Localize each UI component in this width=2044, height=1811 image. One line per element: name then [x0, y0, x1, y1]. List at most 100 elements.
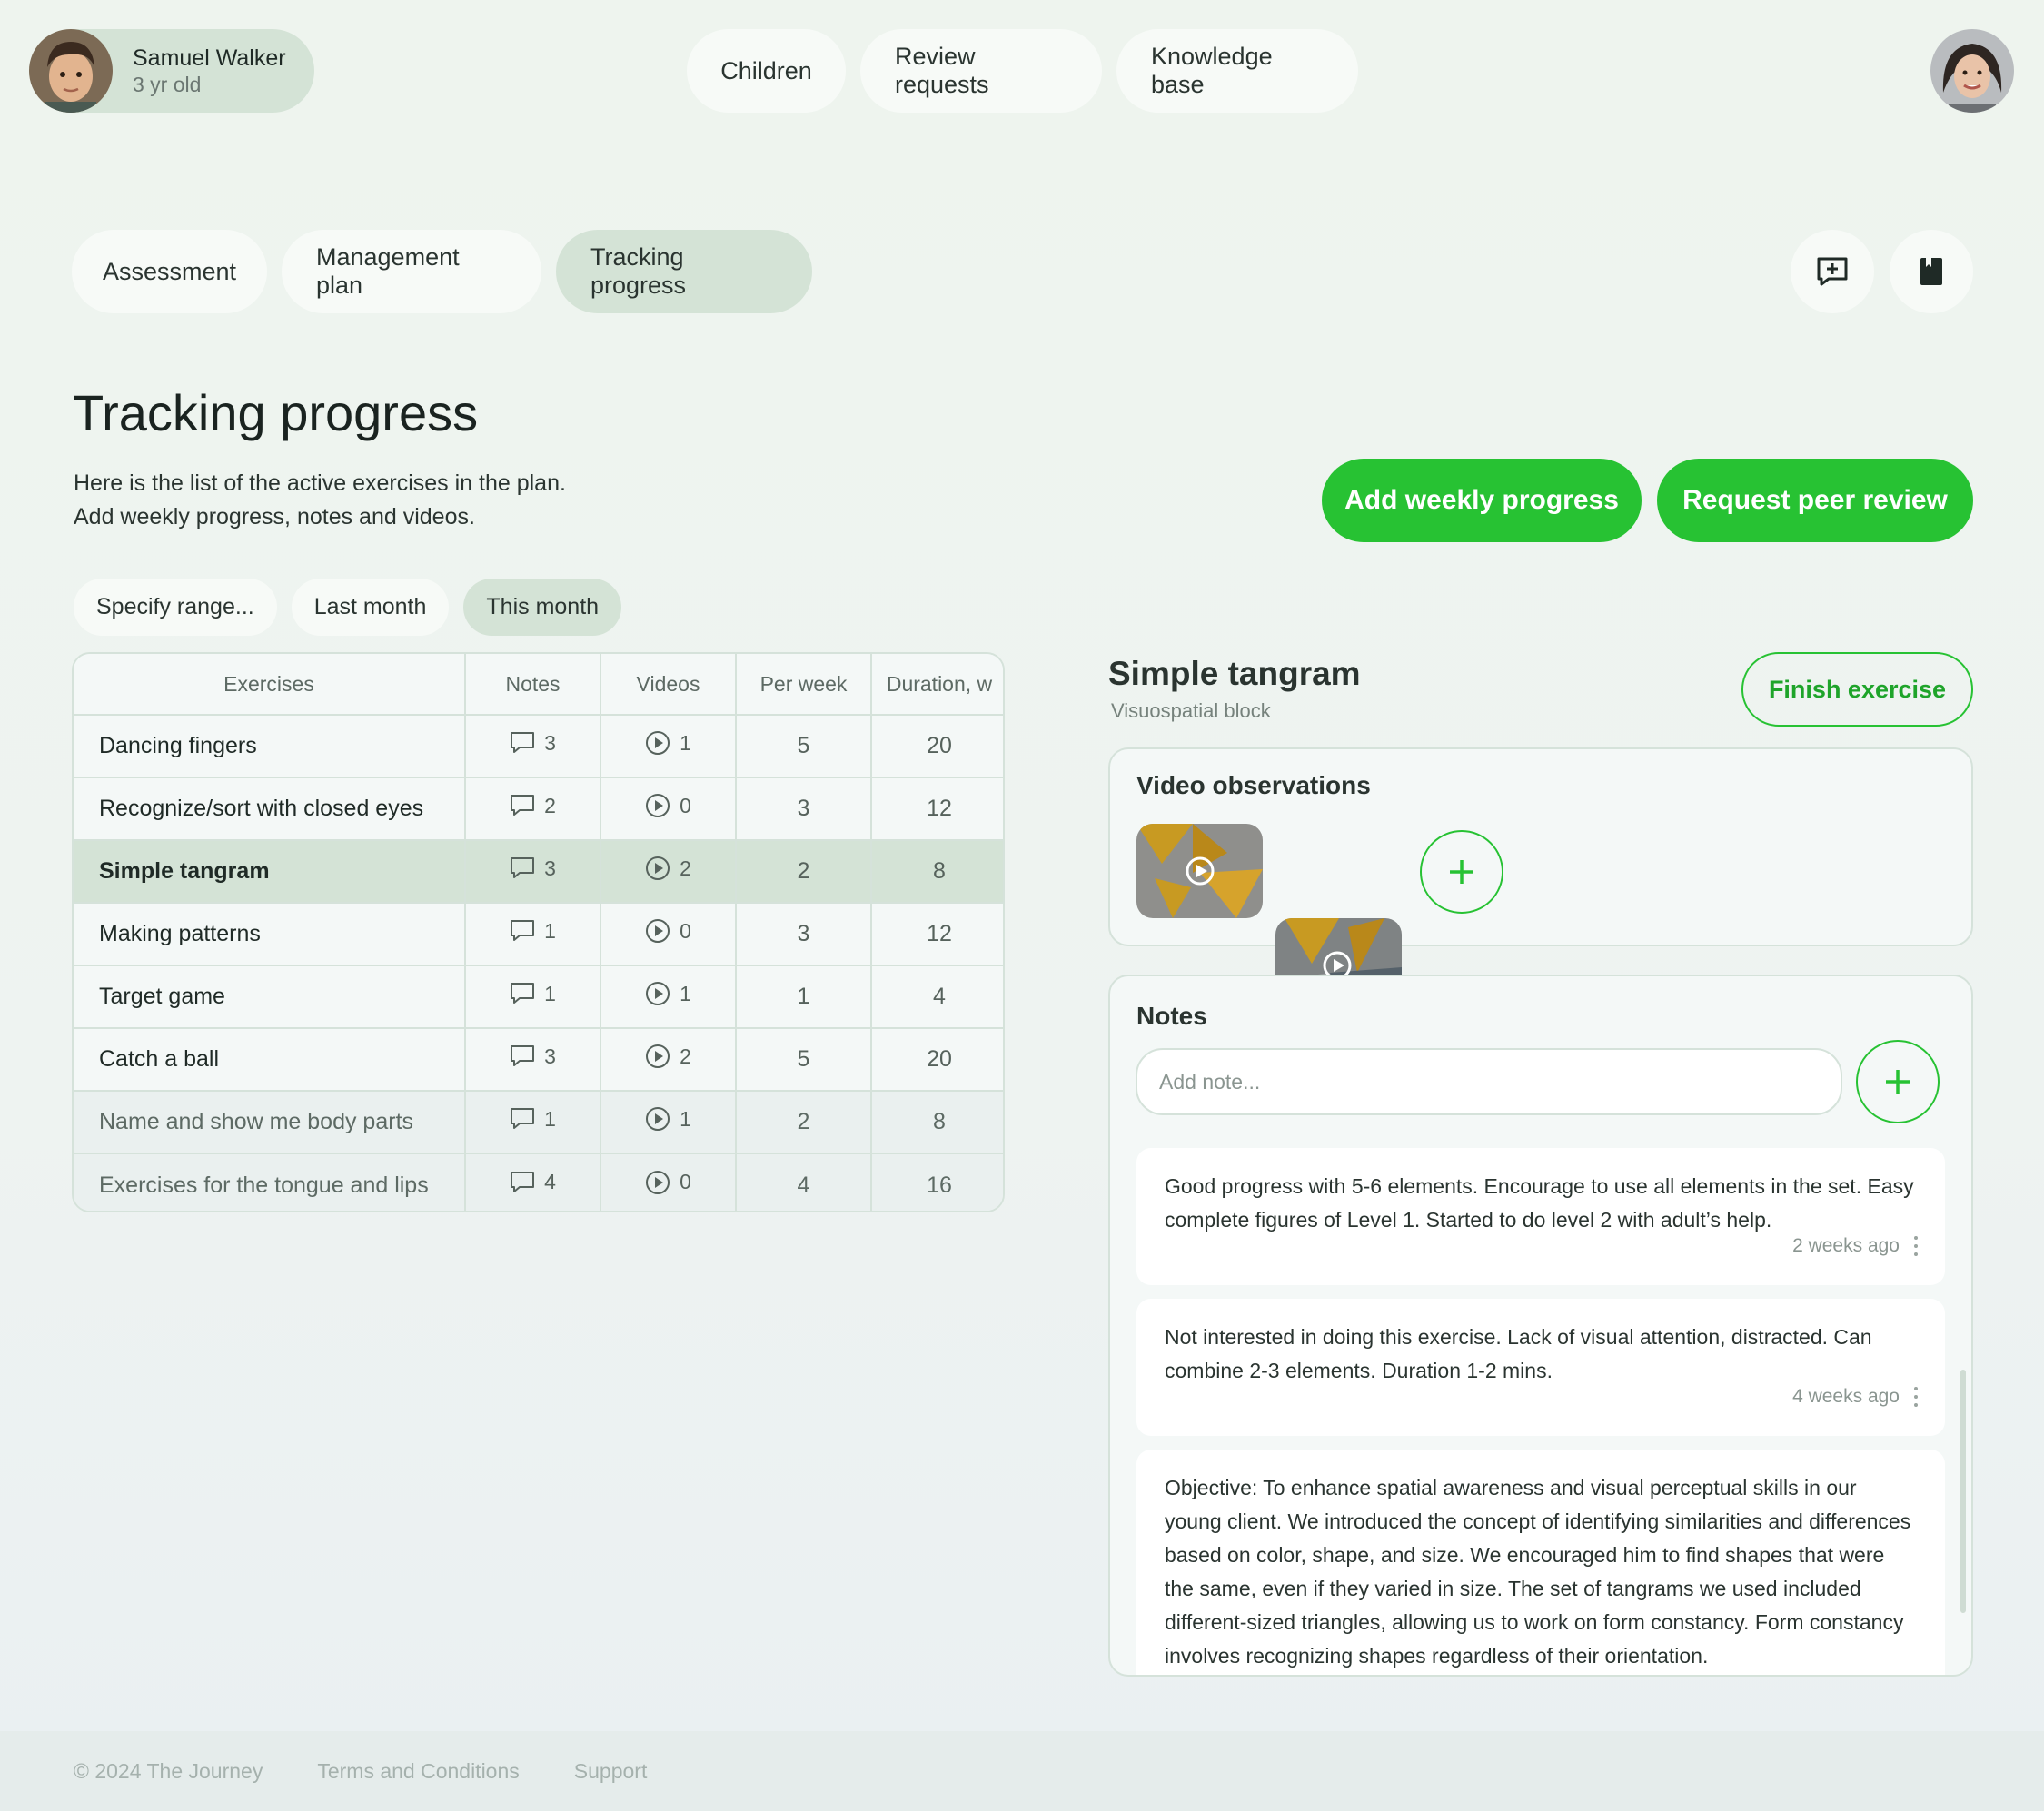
tab-tracking-progress[interactable]: Tracking progress — [556, 230, 812, 313]
support-link[interactable]: Support — [574, 1759, 648, 1784]
video-observations-title: Video observations — [1136, 771, 1371, 799]
videos-count: 1 — [600, 1091, 737, 1154]
comment-icon — [511, 857, 535, 879]
comment-icon — [511, 1171, 535, 1192]
per-week: 5 — [736, 715, 872, 778]
note-text: Objective: To enhance spatial awareness … — [1165, 1476, 1911, 1668]
add-note-input[interactable] — [1136, 1048, 1842, 1115]
add-comment-button[interactable] — [1791, 230, 1874, 313]
nav-review-requests[interactable]: Review requests — [860, 29, 1102, 113]
table-row[interactable]: Dancing fingers 3 1 5 20 — [74, 715, 1003, 778]
videos-count: 0 — [600, 777, 737, 841]
request-peer-review-button[interactable]: Request peer review — [1657, 459, 1973, 542]
exercise-title: Simple tangram — [1108, 655, 1361, 692]
exercise-name: Dancing fingers — [74, 715, 466, 778]
videos-count: 1 — [600, 715, 737, 778]
comment-plus-icon — [1817, 257, 1848, 286]
child-name: Samuel Walker — [133, 45, 286, 71]
videos-count-value: 1 — [680, 981, 691, 1005]
this-month-button[interactable]: This month — [463, 579, 622, 636]
note-item: Good progress with 5-6 elements. Encoura… — [1136, 1148, 1945, 1285]
videos-count-value: 0 — [680, 1170, 691, 1193]
add-video-button[interactable] — [1420, 830, 1503, 914]
col-header-videos[interactable]: Videos — [600, 654, 737, 716]
comment-icon — [511, 795, 535, 816]
videos-count: 0 — [600, 1153, 737, 1211]
video-observations-card: Video observations — [1108, 747, 1973, 1013]
table-row[interactable]: Making patterns 1 0 3 12 — [74, 903, 1003, 966]
play-circle-icon — [646, 1044, 670, 1068]
notes-count-value: 1 — [544, 918, 556, 943]
table-row[interactable]: Name and show me body parts 1 1 2 8 — [74, 1091, 1003, 1154]
copyright: © 2024 The Journey — [74, 1758, 263, 1783]
add-weekly-progress-button[interactable]: Add weekly progress — [1322, 459, 1642, 542]
per-week: 5 — [736, 1028, 872, 1092]
table-row[interactable]: Simple tangram 3 2 2 8 — [74, 840, 1003, 904]
exercise-name: Catch a ball — [74, 1028, 466, 1092]
plan-tabs: Assessment Management plan Tracking prog… — [72, 230, 812, 313]
bookmark-button[interactable] — [1890, 230, 1973, 313]
notes-count: 3 — [465, 1028, 601, 1092]
notes-count: 3 — [465, 715, 601, 778]
note-item: Objective: To enhance spatial awareness … — [1136, 1450, 1945, 1675]
videos-count-value: 0 — [680, 793, 691, 817]
table-row[interactable]: Target game 1 1 1 4 — [74, 965, 1003, 1029]
page-description-line-2: Add weekly progress, notes and videos. — [74, 504, 475, 529]
per-week: 2 — [736, 1091, 872, 1154]
finish-exercise-button[interactable]: Finish exercise — [1741, 652, 1973, 727]
play-circle-icon — [646, 1170, 670, 1194]
play-circle-icon — [646, 856, 670, 880]
notes-count-value: 1 — [544, 981, 556, 1005]
plus-icon — [1450, 860, 1473, 884]
note-time: 4 weeks ago — [1792, 1386, 1900, 1407]
page-description: Here is the list of the active exercises… — [74, 467, 566, 534]
user-avatar[interactable] — [1930, 29, 2014, 113]
notes-count-value: 1 — [544, 1106, 556, 1131]
video-thumbnail[interactable] — [1136, 824, 1263, 918]
nav-children[interactable]: Children — [687, 29, 846, 113]
specify-range-button[interactable]: Specify range... — [74, 579, 277, 636]
nav-knowledge-base[interactable]: Knowledge base — [1116, 29, 1358, 113]
videos-count: 1 — [600, 965, 737, 1029]
videos-count-value: 1 — [680, 1106, 691, 1131]
play-circle-icon — [646, 1107, 670, 1131]
col-header-notes[interactable]: Notes — [465, 654, 601, 716]
play-circle-icon — [646, 794, 670, 817]
comment-icon — [511, 732, 535, 754]
notes-scrollbar[interactable] — [1960, 1370, 1966, 1613]
per-week: 3 — [736, 903, 872, 966]
play-circle-icon — [646, 919, 670, 943]
per-week: 3 — [736, 777, 872, 841]
tab-management-plan[interactable]: Management plan — [282, 230, 541, 313]
table-row[interactable]: Catch a ball 3 2 5 20 — [74, 1028, 1003, 1092]
tab-assessment[interactable]: Assessment — [72, 230, 267, 313]
last-month-button[interactable]: Last month — [291, 579, 450, 636]
table-row[interactable]: Exercises for the tongue and lips 4 0 4 16 — [74, 1153, 1003, 1211]
table-row[interactable]: Recognize/sort with closed eyes 2 0 3 12 — [74, 777, 1003, 841]
duration: 8 — [871, 1091, 1003, 1154]
videos-count: 2 — [600, 1028, 737, 1092]
exercise-name: Exercises for the tongue and lips — [74, 1153, 466, 1211]
comment-icon — [511, 920, 535, 942]
per-week: 4 — [736, 1153, 872, 1211]
col-header-per-week[interactable]: Per week — [736, 654, 872, 716]
col-header-exercises[interactable]: Exercises — [74, 654, 466, 716]
exercise-name: Name and show me body parts — [74, 1091, 466, 1154]
child-selector[interactable]: Samuel Walker 3 yr old — [29, 29, 314, 113]
top-navigation: Children Review requests Knowledge base — [687, 29, 1358, 113]
book-icon — [1920, 258, 1942, 285]
col-header-duration[interactable]: Duration, w — [871, 654, 1003, 716]
duration: 12 — [871, 777, 1003, 841]
child-age: 3 yr old — [133, 73, 202, 96]
play-circle-icon — [646, 731, 670, 755]
add-note-button[interactable] — [1856, 1040, 1940, 1123]
notes-count-value: 4 — [544, 1170, 556, 1194]
more-options-icon[interactable] — [1914, 1236, 1918, 1256]
terms-link[interactable]: Terms and Conditions — [317, 1759, 519, 1784]
table-body: Dancing fingers 3 1 5 20 Recognize/sort with … — [74, 715, 1003, 1211]
notes-count: 4 — [465, 1153, 601, 1211]
notes-count: 3 — [465, 840, 601, 904]
notes-count-value: 3 — [544, 1044, 556, 1068]
page-title: Tracking progress — [73, 384, 479, 441]
more-options-icon[interactable] — [1914, 1387, 1918, 1407]
